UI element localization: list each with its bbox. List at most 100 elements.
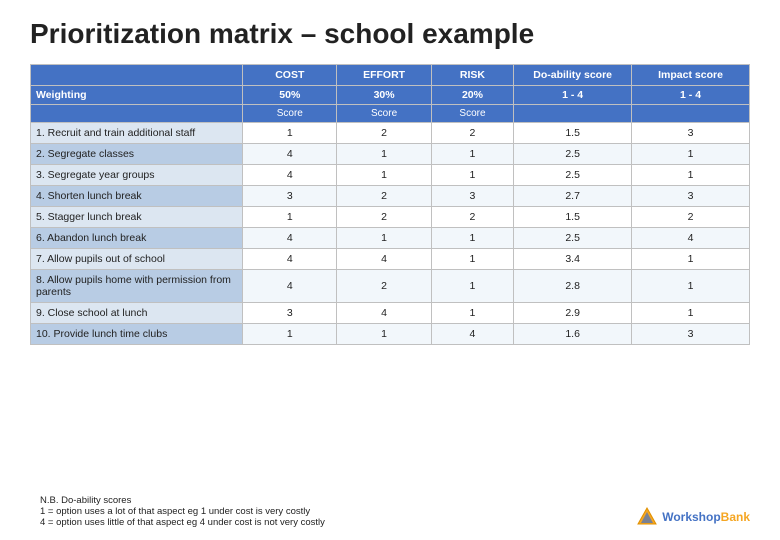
cell-effort: 2	[337, 270, 431, 303]
table-row: 9. Close school at lunch3412.91	[31, 303, 750, 324]
row-label: 4. Shorten lunch break	[31, 186, 243, 207]
table-container: COST EFFORT RISK Do-ability score Impact…	[30, 64, 750, 483]
cell-cost: 3	[243, 303, 337, 324]
cell-effort: 4	[337, 303, 431, 324]
row-label: 9. Close school at lunch	[31, 303, 243, 324]
col-header-risk: RISK	[431, 65, 514, 86]
cell-risk: 2	[431, 123, 514, 144]
col-header-impact: Impact score	[632, 65, 750, 86]
cell-cost: 4	[243, 165, 337, 186]
cell-impact: 4	[632, 228, 750, 249]
table-row: 7. Allow pupils out of school4413.41	[31, 249, 750, 270]
table-body: 1. Recruit and train additional staff122…	[31, 123, 750, 345]
weighting-label: Weighting	[31, 86, 243, 105]
notes-line1: N.B. Do-ability scores	[40, 495, 325, 506]
score-label-doability	[514, 105, 632, 123]
row-label: 8. Allow pupils home with permission fro…	[31, 270, 243, 303]
cell-cost: 4	[243, 228, 337, 249]
cell-effort: 2	[337, 186, 431, 207]
row-label: 6. Abandon lunch break	[31, 228, 243, 249]
cell-doability: 2.5	[514, 228, 632, 249]
workshop-bank-logo: WorkshopBank	[636, 506, 750, 528]
cell-risk: 1	[431, 270, 514, 303]
cell-doability: 3.4	[514, 249, 632, 270]
logo-workshop: Workshop	[662, 510, 720, 524]
table-row: 10. Provide lunch time clubs1141.63	[31, 324, 750, 345]
cell-impact: 3	[632, 324, 750, 345]
cell-doability: 1.5	[514, 123, 632, 144]
score-label-risk: Score	[431, 105, 514, 123]
score-label-cost: Score	[243, 105, 337, 123]
cell-doability: 2.5	[514, 165, 632, 186]
cell-impact: 1	[632, 270, 750, 303]
weighting-doability: 1 - 4	[514, 86, 632, 105]
page: Prioritization matrix – school example C…	[0, 0, 780, 540]
row-label: 2. Segregate classes	[31, 144, 243, 165]
header-row-weighting: Weighting 50% 30% 20% 1 - 4 1 - 4	[31, 86, 750, 105]
cell-effort: 1	[337, 228, 431, 249]
table-row: 6. Abandon lunch break4112.54	[31, 228, 750, 249]
cell-cost: 4	[243, 249, 337, 270]
col-header-doability: Do-ability score	[514, 65, 632, 86]
cell-impact: 3	[632, 186, 750, 207]
notes-line2: 1 = option uses a lot of that aspect eg …	[40, 506, 325, 517]
cell-effort: 1	[337, 144, 431, 165]
cell-impact: 3	[632, 123, 750, 144]
weighting-cost: 50%	[243, 86, 337, 105]
cell-risk: 1	[431, 144, 514, 165]
cell-cost: 4	[243, 144, 337, 165]
weighting-effort: 30%	[337, 86, 431, 105]
header-row-score: Score Score Score	[31, 105, 750, 123]
cell-risk: 4	[431, 324, 514, 345]
header-row-columns: COST EFFORT RISK Do-ability score Impact…	[31, 65, 750, 86]
weighting-impact: 1 - 4	[632, 86, 750, 105]
row-label: 10. Provide lunch time clubs	[31, 324, 243, 345]
cell-risk: 1	[431, 228, 514, 249]
cell-effort: 1	[337, 165, 431, 186]
cell-doability: 2.7	[514, 186, 632, 207]
cell-doability: 1.5	[514, 207, 632, 228]
cell-cost: 1	[243, 207, 337, 228]
table-row: 1. Recruit and train additional staff122…	[31, 123, 750, 144]
weighting-risk: 20%	[431, 86, 514, 105]
cell-impact: 1	[632, 303, 750, 324]
cell-doability: 2.5	[514, 144, 632, 165]
cell-doability: 1.6	[514, 324, 632, 345]
row-label: 1. Recruit and train additional staff	[31, 123, 243, 144]
col-header-cost: COST	[243, 65, 337, 86]
cell-cost: 1	[243, 123, 337, 144]
footer-row: N.B. Do-ability scores 1 = option uses a…	[30, 487, 750, 528]
prioritization-table: COST EFFORT RISK Do-ability score Impact…	[30, 64, 750, 345]
row-label: 7. Allow pupils out of school	[31, 249, 243, 270]
score-label-empty	[31, 105, 243, 123]
cell-impact: 1	[632, 249, 750, 270]
cell-risk: 3	[431, 186, 514, 207]
table-row: 8. Allow pupils home with permission fro…	[31, 270, 750, 303]
col-header-effort: EFFORT	[337, 65, 431, 86]
row-label: 3. Segregate year groups	[31, 165, 243, 186]
cell-effort: 2	[337, 123, 431, 144]
cell-effort: 1	[337, 324, 431, 345]
logo-bank: Bank	[721, 510, 750, 524]
score-label-impact	[632, 105, 750, 123]
col-header-label	[31, 65, 243, 86]
cell-risk: 1	[431, 165, 514, 186]
logo-icon	[636, 506, 658, 528]
table-row: 3. Segregate year groups4112.51	[31, 165, 750, 186]
notes-line3: 4 = option uses little of that aspect eg…	[40, 517, 325, 528]
cell-cost: 1	[243, 324, 337, 345]
row-label: 5. Stagger lunch break	[31, 207, 243, 228]
cell-cost: 4	[243, 270, 337, 303]
cell-cost: 3	[243, 186, 337, 207]
cell-impact: 2	[632, 207, 750, 228]
cell-impact: 1	[632, 165, 750, 186]
cell-risk: 2	[431, 207, 514, 228]
cell-doability: 2.9	[514, 303, 632, 324]
notes-section: N.B. Do-ability scores 1 = option uses a…	[30, 495, 325, 528]
table-row: 5. Stagger lunch break1221.52	[31, 207, 750, 228]
table-row: 4. Shorten lunch break3232.73	[31, 186, 750, 207]
table-row: 2. Segregate classes4112.51	[31, 144, 750, 165]
cell-effort: 4	[337, 249, 431, 270]
score-label-effort: Score	[337, 105, 431, 123]
cell-doability: 2.8	[514, 270, 632, 303]
